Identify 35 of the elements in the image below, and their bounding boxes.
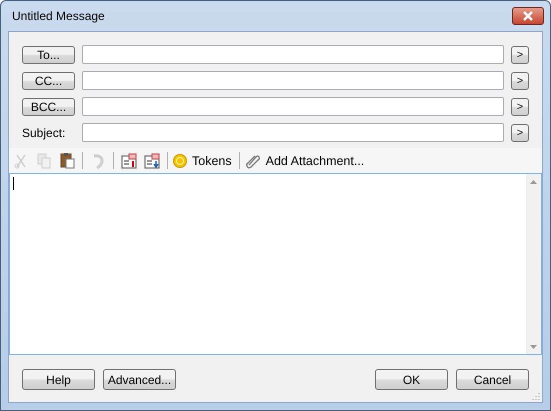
paperclip-icon xyxy=(244,152,261,168)
close-button[interactable] xyxy=(512,7,544,25)
coin-icon xyxy=(173,154,187,168)
dialog-button[interactable]: Help xyxy=(22,369,95,390)
paste-icon xyxy=(60,152,74,169)
expand-button[interactable]: > xyxy=(511,124,529,142)
window-title: Untitled Message xyxy=(11,9,105,23)
expand-button[interactable]: > xyxy=(511,98,529,116)
dialog-button[interactable]: Cancel xyxy=(456,369,529,390)
field-icon xyxy=(144,152,160,168)
expand-button[interactable]: > xyxy=(511,46,529,64)
up-arrow-icon xyxy=(530,180,537,184)
recipient-button[interactable]: To... xyxy=(22,46,75,64)
input-field[interactable] xyxy=(82,97,504,116)
dialog-button[interactable]: Advanced... xyxy=(103,369,176,390)
recipient-button[interactable]: CC... xyxy=(22,72,75,90)
input-field[interactable] xyxy=(82,71,504,90)
resize-grip-icon xyxy=(532,392,540,400)
dialog-button[interactable]: OK xyxy=(375,369,448,390)
toolbar-link[interactable]: Add Attachment... xyxy=(264,150,366,170)
input-field[interactable] xyxy=(82,45,504,64)
scissors-icon xyxy=(14,152,28,168)
recipient-button[interactable]: BCC... xyxy=(22,98,75,116)
toolbar-link[interactable]: Tokens xyxy=(190,150,234,170)
copy-icon xyxy=(37,152,51,168)
undo-icon xyxy=(91,152,105,168)
scrollbar[interactable] xyxy=(526,174,541,354)
toolbar-button[interactable] xyxy=(119,150,139,170)
expand-button[interactable]: > xyxy=(511,72,529,90)
close-icon xyxy=(522,11,534,21)
toolbar-button[interactable] xyxy=(142,150,162,170)
input-field[interactable] xyxy=(82,123,504,142)
field-label: Subject: xyxy=(22,126,66,140)
down-arrow-icon xyxy=(530,344,537,348)
field-icon xyxy=(120,152,138,168)
